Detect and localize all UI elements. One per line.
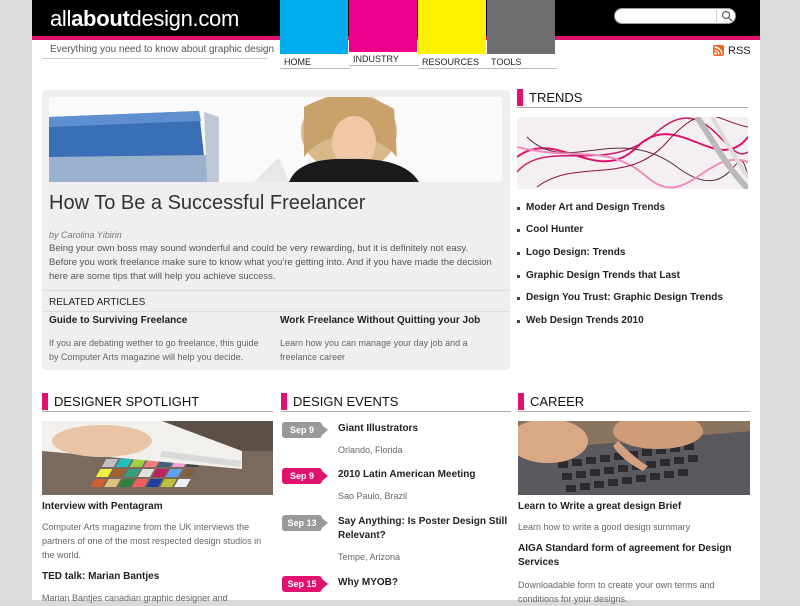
career-heading-label: CAREER: [530, 394, 585, 409]
spotlight-article-title[interactable]: Interview with Pentagram: [42, 500, 163, 514]
nav-tab-resources[interactable]: [418, 0, 486, 54]
logo-bold: about: [71, 6, 130, 31]
spotlight-article-desc: Marian Bantjes canadian graphic designer…: [42, 593, 228, 603]
event-date-badge: Sep 9: [282, 422, 328, 438]
nav-tab-industry[interactable]: [349, 0, 417, 52]
trend-link[interactable]: Logo Design: Trends: [516, 247, 626, 258]
trend-link-label: Cool Hunter: [526, 224, 584, 235]
heading-accent: [518, 393, 524, 410]
search-icon: [721, 10, 733, 22]
career-heading: CAREER: [518, 392, 750, 412]
nav-label-tools[interactable]: TOOLS: [487, 55, 557, 69]
feature-summary: Being your own boss may sound wonderful …: [49, 243, 492, 282]
tagline-divider: [42, 58, 267, 59]
events-heading-label: DESIGN EVENTS: [293, 394, 399, 409]
career-article-desc: Downloadable form to create your own ter…: [518, 580, 715, 604]
career-image[interactable]: [518, 421, 750, 495]
event-title[interactable]: Say Anything: Is Poster Design Still Rel…: [338, 515, 518, 543]
tagline: Everything you need to know about graphi…: [50, 44, 275, 55]
heading-accent: [517, 89, 523, 106]
event-title[interactable]: Giant Illustrators: [338, 422, 518, 436]
trend-link-label: Logo Design: Trends: [526, 247, 626, 258]
event-date-badge: Sep 9: [282, 468, 328, 484]
events-heading: DESIGN EVENTS: [281, 392, 511, 412]
nav-label-resources[interactable]: RESOURCES: [418, 55, 488, 69]
related-article-desc: Learn how you can manage your day job an…: [280, 338, 468, 362]
spotlight-image[interactable]: [42, 421, 273, 495]
related-article-desc: If you are debating wether to go freelan…: [49, 338, 259, 362]
feature-author: by Carolina Yibirin: [49, 230, 122, 240]
related-articles-heading: RELATED ARTICLES: [49, 297, 146, 308]
career-article-title[interactable]: Learn to Write a great design Brief: [518, 500, 681, 514]
event-title[interactable]: Why MYOB?: [338, 576, 518, 590]
event-date-badge: Sep 15: [282, 576, 328, 592]
trend-link-label: Design You Trust: Graphic Design Trends: [526, 292, 723, 303]
spotlight-heading: DESIGNER SPOTLIGHT: [42, 392, 273, 412]
nav-label-home[interactable]: HOME: [280, 55, 350, 69]
event-title[interactable]: 2010 Latin American Meeting: [338, 468, 518, 482]
nav-label-industry[interactable]: INDUSTRY: [349, 52, 419, 66]
trends-image[interactable]: [517, 117, 748, 189]
page-margin-left: [0, 0, 32, 600]
trend-link[interactable]: Cool Hunter: [516, 224, 584, 235]
feature-divider: [42, 290, 510, 291]
logo-prefix: all: [50, 6, 72, 31]
rss-link[interactable]: RSS: [728, 45, 751, 57]
trend-link-label: Moder Art and Design Trends: [526, 202, 666, 213]
career-article-desc: Learn how to write a good design summary: [518, 522, 691, 532]
related-article-title[interactable]: Work Freelance Without Quitting your Job: [280, 315, 480, 326]
rss-icon[interactable]: [713, 45, 724, 56]
related-divider: [42, 311, 510, 312]
event-date-badge: Sep 13: [282, 515, 328, 531]
logo-suffix: design.com: [129, 6, 240, 31]
career-article-title[interactable]: AIGA Standard form of agreement for Desi…: [518, 542, 748, 570]
nav-tab-tools[interactable]: [487, 0, 555, 54]
trend-link[interactable]: Moder Art and Design Trends: [516, 202, 666, 213]
trend-link[interactable]: Graphic Design Trends that Last: [517, 270, 680, 281]
site-logo[interactable]: allaboutdesign.com: [50, 6, 239, 32]
spotlight-heading-label: DESIGNER SPOTLIGHT: [54, 394, 200, 409]
related-article-title[interactable]: Guide to Surviving Freelance: [49, 315, 187, 326]
page-margin-right: [760, 0, 800, 600]
spotlight-article-title[interactable]: TED talk: Marian Bantjes: [42, 570, 159, 584]
feature-title[interactable]: How To Be a Successful Freelancer: [49, 192, 365, 215]
search-button[interactable]: [716, 8, 736, 24]
heading-accent: [42, 393, 48, 410]
event-location: Tempe, Arizona: [338, 552, 401, 562]
trends-heading-label: TRENDS: [529, 90, 583, 105]
nav-tab-home[interactable]: [280, 0, 348, 54]
trend-link-label: Graphic Design Trends that Last: [526, 270, 680, 281]
heading-accent: [281, 393, 287, 410]
event-location: Orlando, Florida: [338, 445, 403, 455]
spotlight-article-desc: Computer Arts magazine from the UK inter…: [42, 522, 262, 560]
trend-link[interactable]: Web Design Trends 2010: [517, 315, 644, 326]
feature-image[interactable]: [49, 97, 502, 182]
trend-link-label: Web Design Trends 2010: [526, 315, 644, 326]
trend-link[interactable]: Design You Trust: Graphic Design Trends: [517, 292, 723, 303]
event-location: Sao Paulo, Brazil: [338, 491, 408, 501]
trends-heading: TRENDS: [517, 88, 748, 108]
